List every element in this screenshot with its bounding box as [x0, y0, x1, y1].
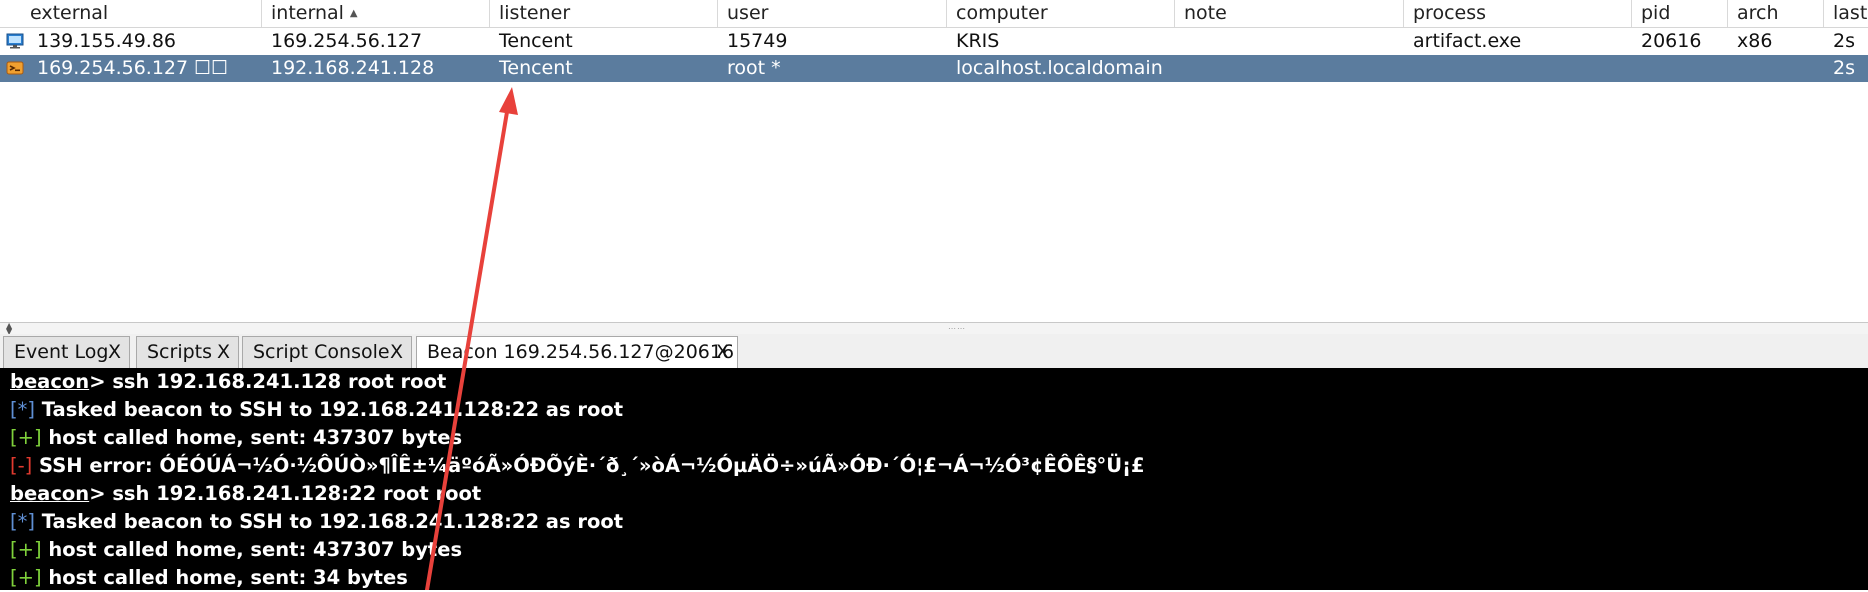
cell-note [1175, 28, 1184, 55]
column-label: note [1184, 2, 1227, 24]
console-line: beacon> ssh 192.168.241.128 root root [10, 368, 446, 396]
column-label: arch [1737, 2, 1779, 24]
column-header-pid[interactable]: pid [1632, 0, 1728, 27]
beacon-console[interactable]: beacon> ssh 192.168.241.128 root root [*… [0, 368, 1868, 590]
cell-arch [1728, 55, 1737, 82]
splitter-grip-icon[interactable]: ⋯⋯ [948, 324, 966, 333]
column-header-note[interactable]: note [1175, 0, 1404, 27]
cell-internal: 192.168.241.128 [271, 57, 435, 79]
column-header-computer[interactable]: computer [947, 0, 1175, 27]
cell-pid: 20616 [1641, 30, 1702, 52]
console-text: host called home, sent: 34 bytes [41, 566, 408, 589]
tab-beacon[interactable]: Beacon 169.254.56.127@20616 X [416, 336, 738, 369]
console-text: Tasked beacon to SSH to 192.168.241.128:… [34, 398, 624, 421]
console-line: [*] Tasked beacon to SSH to 192.168.241.… [10, 396, 623, 424]
table-header: external internal ▲ listener user compute… [0, 0, 1868, 28]
tab-label: Beacon 169.254.56.127@20616 [427, 341, 735, 363]
column-label: external [30, 2, 109, 24]
column-label: process [1413, 2, 1487, 24]
console-text: Tasked beacon to SSH to 192.168.241.128:… [34, 510, 624, 533]
console-tag-ok: [+] [10, 426, 42, 449]
close-icon[interactable]: X [217, 337, 230, 367]
cell-process [1404, 55, 1413, 82]
column-header-listener[interactable]: listener [490, 0, 718, 27]
column-label: listener [499, 2, 571, 24]
column-label: pid [1641, 2, 1671, 24]
cell-computer: KRIS [956, 30, 1000, 52]
console-text: host called home, sent: 437307 bytes [41, 426, 463, 449]
sort-ascending-icon: ▲ [349, 8, 358, 19]
console-line: [+] host called home, sent: 437307 bytes [10, 536, 462, 564]
column-header-arch[interactable]: arch [1728, 0, 1824, 27]
column-header-internal[interactable]: internal ▲ [262, 0, 490, 27]
column-header-external[interactable]: external [21, 0, 262, 27]
beacon-table: external internal ▲ listener user compute… [0, 0, 1868, 322]
cell-note [1175, 55, 1184, 82]
console-line: [*] Tasked beacon to SSH to 192.168.241.… [10, 508, 623, 536]
column-label: internal [271, 2, 344, 24]
tab-label: Script Console [253, 341, 390, 363]
console-text: > ssh 192.168.241.128 root root [89, 370, 447, 393]
console-tag-info: [*] [10, 398, 35, 421]
tab-label: Event Log [14, 341, 109, 363]
cell-user: root * [727, 57, 781, 79]
cell-external: 139.155.49.86 [37, 30, 177, 52]
cell-listener: Tencent [499, 57, 573, 79]
tab-event-log[interactable]: Event Log X [3, 336, 130, 368]
console-prompt: beacon [10, 370, 90, 393]
cell-listener: Tencent [499, 30, 573, 52]
cell-last: 2s [1833, 30, 1855, 52]
cell-last: 2s [1833, 57, 1855, 79]
column-label: computer [956, 2, 1048, 24]
monitor-icon [6, 33, 24, 49]
console-line: [-] SSH error: ÓÉÓÚÁ¬½Ó·½ÔÚÒ»¶ÎÊ±¼äºóÃ»Ó… [10, 452, 1145, 480]
cell-process: artifact.exe [1413, 30, 1522, 52]
linux-session-icon [6, 61, 24, 75]
cell-arch: x86 [1737, 30, 1773, 52]
column-label: user [727, 2, 769, 24]
tab-bar: Event Log X Scripts X Script Console X B… [0, 334, 1868, 369]
column-label: last [1833, 2, 1868, 24]
close-icon[interactable]: X [716, 337, 729, 367]
console-line: beacon> ssh 192.168.241.128:22 root root [10, 480, 481, 508]
tab-scripts[interactable]: Scripts X [136, 336, 239, 368]
table-row-selected[interactable]: 169.254.56.127 ☐☐ 192.168.241.128 Tencen… [0, 55, 1868, 82]
tab-script-console[interactable]: Script Console X [242, 336, 412, 368]
console-tag-ok: [+] [10, 566, 42, 589]
console-line: [+] host called home, sent: 34 bytes [10, 564, 408, 592]
close-icon[interactable]: X [108, 337, 121, 367]
console-tag-error: [-] [10, 454, 33, 477]
column-header-last[interactable]: last [1824, 0, 1868, 27]
cell-pid [1632, 55, 1641, 82]
tab-label: Scripts [147, 341, 213, 363]
console-text: SSH error: ÓÉÓÚÁ¬½Ó·½ÔÚÒ»¶ÎÊ±¼äºóÃ»ÓÐÕýÈ… [32, 454, 1145, 477]
console-prompt: beacon [10, 482, 90, 505]
table-row[interactable]: 139.155.49.86 169.254.56.127 Tencent 157… [0, 28, 1868, 55]
column-header-process[interactable]: process [1404, 0, 1632, 27]
cell-internal: 169.254.56.127 [271, 30, 423, 52]
console-line: [+] host called home, sent: 437307 bytes [10, 424, 462, 452]
console-tag-ok: [+] [10, 538, 42, 561]
cell-external: 169.254.56.127 ☐☐ [37, 57, 229, 79]
cell-computer: localhost.localdomain [956, 57, 1163, 79]
console-text: > ssh 192.168.241.128:22 root root [89, 482, 482, 505]
console-text: host called home, sent: 437307 bytes [41, 538, 463, 561]
cell-user: 15749 [727, 30, 788, 52]
console-tag-info: [*] [10, 510, 35, 533]
column-header-user[interactable]: user [718, 0, 947, 27]
close-icon[interactable]: X [390, 337, 403, 367]
